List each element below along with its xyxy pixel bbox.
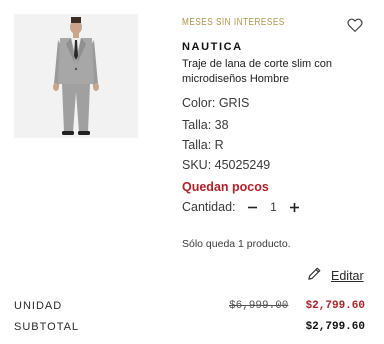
product-image[interactable] (14, 14, 138, 138)
edit-label: Editar (331, 269, 364, 283)
product-brand: NAUTICA (182, 41, 243, 53)
product-size: Talla: 38 (182, 118, 229, 132)
plus-icon[interactable] (288, 200, 302, 214)
wishlist-heart-icon[interactable] (346, 16, 364, 34)
suit-photo (14, 14, 138, 138)
product-color: Color: GRIS (182, 96, 250, 110)
promo-label: MESES SIN INTERESES (182, 17, 285, 28)
quantity-stepper: Cantidad: 1 (182, 199, 302, 215)
product-fit: Talla: R (182, 138, 224, 152)
minus-icon[interactable] (246, 200, 260, 214)
edit-button[interactable]: Editar (307, 266, 364, 286)
product-name: Traje de lana de corte slim con microdis… (182, 58, 332, 85)
subtotal-label: SUBTOTAL (14, 321, 80, 333)
unit-label: UNIDAD (14, 300, 63, 312)
subtotal-price: $2,799.60 (305, 321, 365, 333)
quantity-value: 1 (270, 200, 277, 214)
original-price: $6,999.00 (229, 300, 289, 312)
stock-status: Quedan pocos (182, 180, 269, 194)
sale-price: $2,799.60 (305, 300, 365, 312)
quantity-label: Cantidad: (182, 200, 236, 214)
pencil-icon (307, 266, 322, 286)
product-sku: SKU: 45025249 (182, 158, 271, 172)
remaining-note: Sólo queda 1 producto. (182, 238, 291, 250)
